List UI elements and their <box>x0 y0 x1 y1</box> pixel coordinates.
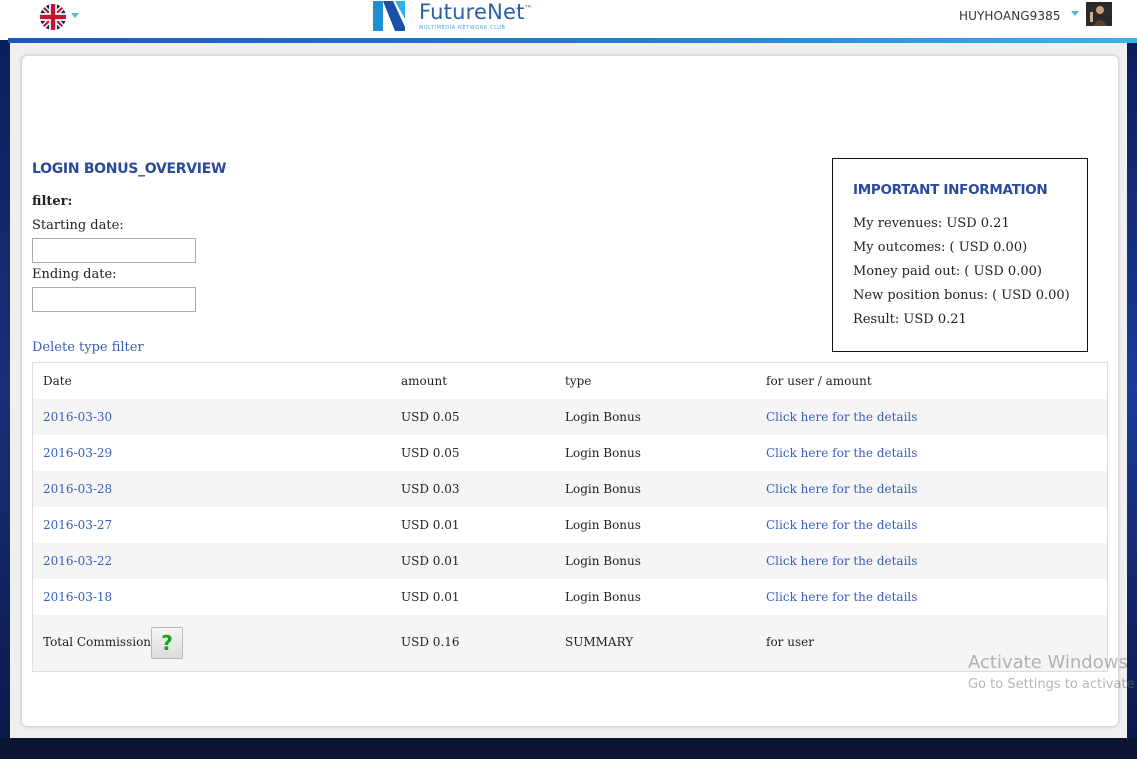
total-amount: USD 0.16 <box>401 635 460 649</box>
starting-date-label: Starting date: <box>32 218 124 233</box>
background-left <box>0 40 10 740</box>
activate-windows-subtitle: Go to Settings to activate <box>968 677 1135 692</box>
uk-flag-icon <box>40 4 66 30</box>
info-title: IMPORTANT INFORMATION <box>853 182 1048 198</box>
row-details-link[interactable]: Click here for the details <box>766 518 917 532</box>
column-header-for-user: for user / amount <box>766 374 872 388</box>
row-type: Login Bonus <box>565 518 641 532</box>
table-row: 2016-03-22 USD 0.01 Login Bonus Click he… <box>33 543 1107 579</box>
row-date-link[interactable]: 2016-03-22 <box>43 554 112 568</box>
starting-date-input[interactable] <box>32 238 196 263</box>
total-for-user: for user <box>766 635 814 649</box>
table-row: 2016-03-30 USD 0.05 Login Bonus Click he… <box>33 399 1107 435</box>
info-revenues: My revenues: USD 0.21 <box>853 216 1010 231</box>
brand-name: FutureNet™ <box>419 0 533 24</box>
info-money-paid-out: Money paid out: ( USD 0.00) <box>853 264 1042 279</box>
column-header-date: Date <box>43 374 72 388</box>
avatar[interactable] <box>1086 2 1112 26</box>
ending-date-label: Ending date: <box>32 267 117 282</box>
total-commission-label: Total Commission <box>43 635 152 649</box>
table-row: 2016-03-27 USD 0.01 Login Bonus Click he… <box>33 507 1107 543</box>
info-result: Result: USD 0.21 <box>853 312 967 327</box>
row-type: Login Bonus <box>565 482 641 496</box>
background-bottom <box>0 738 1137 759</box>
row-date-link[interactable]: 2016-03-18 <box>43 590 112 604</box>
row-details-link[interactable]: Click here for the details <box>766 554 917 568</box>
page-title: LOGIN BONUS_OVERVIEW <box>32 161 227 177</box>
question-mark-icon: ? <box>161 631 173 655</box>
row-type: Login Bonus <box>565 446 641 460</box>
login-bonus-table: Date amount type for user / amount 2016-… <box>32 362 1108 672</box>
brand-tagline: MULTIMEDIA NETWORK CLUB <box>419 25 506 31</box>
chevron-down-icon[interactable] <box>1071 11 1079 16</box>
row-type: Login Bonus <box>565 554 641 568</box>
delete-type-filter-link[interactable]: Delete type filter <box>32 340 144 355</box>
total-type: SUMMARY <box>565 635 634 649</box>
row-amount: USD 0.01 <box>401 590 460 604</box>
table-row: 2016-03-18 USD 0.01 Login Bonus Click he… <box>33 579 1107 615</box>
row-type: Login Bonus <box>565 590 641 604</box>
row-amount: USD 0.01 <box>401 518 460 532</box>
row-date-link[interactable]: 2016-03-27 <box>43 518 112 532</box>
total-row: Total Commission USD 0.16 SUMMARY for us… <box>33 615 1107 671</box>
futurenet-logo-icon <box>373 1 405 31</box>
row-date-link[interactable]: 2016-03-28 <box>43 482 112 496</box>
column-header-amount: amount <box>401 374 448 388</box>
column-header-type: type <box>565 374 592 388</box>
row-amount: USD 0.05 <box>401 410 460 424</box>
activate-windows-title: Activate Windows <box>968 652 1128 673</box>
ending-date-input[interactable] <box>32 287 196 312</box>
help-question-button[interactable]: ? <box>151 627 183 659</box>
info-outcomes: My outcomes: ( USD 0.00) <box>853 240 1028 255</box>
row-details-link[interactable]: Click here for the details <box>766 590 917 604</box>
chevron-down-icon[interactable] <box>71 13 79 18</box>
table-header-row: Date amount type for user / amount <box>33 363 1107 399</box>
row-date-link[interactable]: 2016-03-29 <box>43 446 112 460</box>
table-row: 2016-03-29 USD 0.05 Login Bonus Click he… <box>33 435 1107 471</box>
row-details-link[interactable]: Click here for the details <box>766 446 917 460</box>
row-amount: USD 0.01 <box>401 554 460 568</box>
top-bar: FutureNet™ MULTIMEDIA NETWORK CLUB HUYHO… <box>0 0 1137 40</box>
username[interactable]: HUYHOANG9385 <box>959 9 1061 23</box>
filter-label: filter: <box>32 194 73 209</box>
important-information-panel: IMPORTANT INFORMATION My revenues: USD 0… <box>832 158 1088 352</box>
brand-logo[interactable]: FutureNet™ MULTIMEDIA NETWORK CLUB <box>371 0 533 33</box>
user-avatar-icon <box>1086 2 1112 26</box>
info-new-position-bonus: New position bonus: ( USD 0.00) <box>853 288 1070 303</box>
language-selector[interactable] <box>40 4 66 30</box>
row-amount: USD 0.03 <box>401 482 460 496</box>
row-amount: USD 0.05 <box>401 446 460 460</box>
table-row: 2016-03-28 USD 0.03 Login Bonus Click he… <box>33 471 1107 507</box>
row-details-link[interactable]: Click here for the details <box>766 482 917 496</box>
row-date-link[interactable]: 2016-03-30 <box>43 410 112 424</box>
row-details-link[interactable]: Click here for the details <box>766 410 917 424</box>
row-type: Login Bonus <box>565 410 641 424</box>
